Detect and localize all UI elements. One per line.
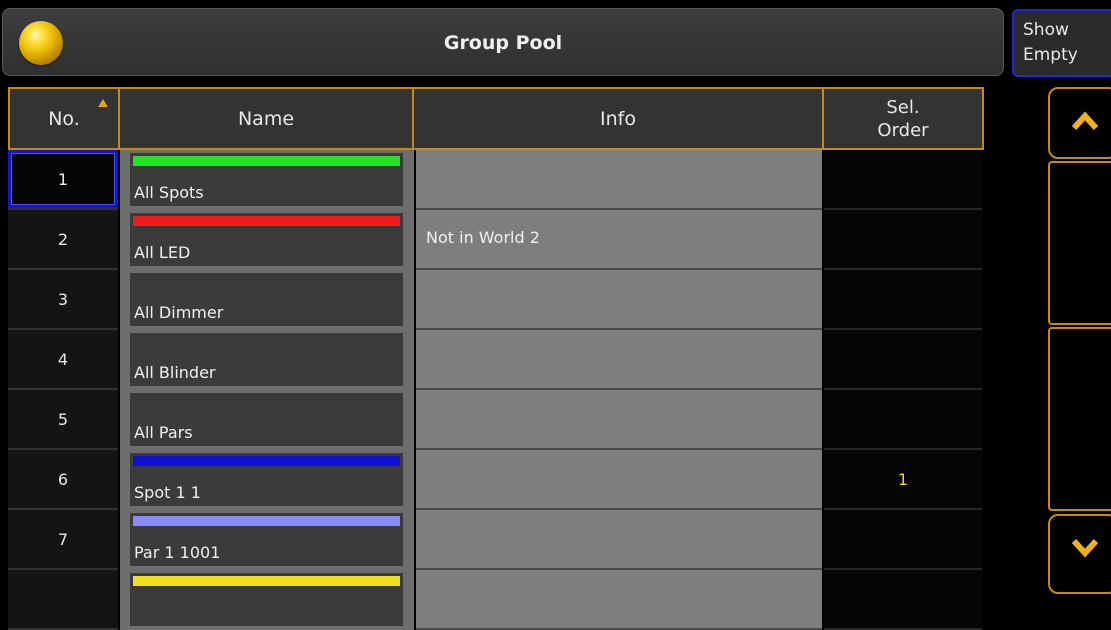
group-name-cell[interactable]: Spot 1 1	[120, 450, 414, 510]
group-name-label: All Pars	[134, 423, 193, 442]
column-header-name[interactable]: Name	[118, 87, 414, 150]
group-name-label: All LED	[134, 243, 191, 262]
table-row[interactable]: 3 All Dimmer	[8, 270, 984, 330]
group-number-cell[interactable]	[8, 570, 118, 630]
group-number-cell[interactable]: 1	[8, 150, 118, 210]
group-name-cell[interactable]: All Dimmer	[120, 270, 414, 330]
group-color-bar	[133, 216, 400, 226]
group-table: No. Name Info Sel. Order 1 All Spots 2 All …	[8, 87, 984, 630]
table-row[interactable]: 6 Spot 1 1 1	[8, 450, 984, 510]
group-sel-order-cell[interactable]	[824, 390, 982, 450]
group-info-cell[interactable]	[416, 570, 822, 630]
group-info-cell[interactable]	[416, 270, 822, 330]
window-title: Group Pool	[443, 32, 563, 54]
scroll-up-button[interactable]	[1048, 87, 1111, 159]
group-chip: All Blinder	[130, 333, 403, 386]
group-name-cell[interactable]: All LED	[120, 210, 414, 270]
column-header-info[interactable]: Info	[412, 87, 824, 150]
group-number-cell[interactable]: 2	[8, 210, 118, 270]
vertical-scrollbar[interactable]	[1048, 87, 1111, 594]
group-chip: Par 1 1001	[130, 513, 403, 566]
group-chip: All Dimmer	[130, 273, 403, 326]
group-name-cell[interactable]: Par 1 1001	[120, 510, 414, 570]
group-info-cell[interactable]: Not in World 2	[416, 210, 822, 270]
table-row[interactable]: 7 Par 1 1001	[8, 510, 984, 570]
show-empty-label-line1: Show	[1023, 20, 1069, 40]
group-info-cell[interactable]	[416, 150, 822, 210]
group-chip: All Pars	[130, 393, 403, 446]
group-name-label: Par 1 1001	[134, 543, 221, 562]
group-chip: All LED	[130, 213, 403, 266]
group-name-label: Spot 1 1	[134, 483, 201, 502]
group-info-cell[interactable]	[416, 510, 822, 570]
group-sel-order-cell[interactable]: 1	[824, 450, 982, 510]
scroll-track-upper[interactable]	[1048, 161, 1111, 325]
column-header-name-label: Name	[237, 107, 295, 130]
column-header-no[interactable]: No.	[8, 87, 120, 150]
group-number-cell[interactable]: 3	[8, 270, 118, 330]
group-chip	[130, 573, 403, 626]
group-color-bar	[133, 516, 400, 526]
group-sel-order-cell[interactable]	[824, 510, 982, 570]
table-row[interactable]: 2 All LED Not in World 2	[8, 210, 984, 270]
group-info-cell[interactable]	[416, 450, 822, 510]
column-header-no-label: No.	[48, 107, 80, 130]
table-row[interactable]: 1 All Spots	[8, 150, 984, 210]
show-empty-label-line2: Empty	[1023, 45, 1078, 65]
group-sel-order-cell[interactable]	[824, 150, 982, 210]
group-sel-order-cell[interactable]	[824, 210, 982, 270]
group-sel-order-cell[interactable]	[824, 270, 982, 330]
group-number-cell[interactable]: 6	[8, 450, 118, 510]
group-info-cell[interactable]	[416, 390, 822, 450]
column-header-sel-order[interactable]: Sel. Order	[822, 87, 984, 150]
pool-title-bar: Group Pool	[2, 8, 1004, 76]
group-chip: All Spots	[130, 153, 403, 206]
group-name-label: All Dimmer	[134, 303, 224, 322]
column-header-order-label: Order	[877, 119, 929, 141]
sort-ascending-icon	[98, 99, 108, 107]
show-empty-button[interactable]: Show Empty	[1012, 9, 1111, 77]
group-chip: Spot 1 1	[130, 453, 403, 506]
group-info-text: Not in World 2	[426, 228, 540, 247]
chevron-up-icon	[1071, 111, 1099, 131]
column-header-sel-label: Sel.	[886, 96, 920, 118]
group-name-cell[interactable]: All Pars	[120, 390, 414, 450]
chevron-down-icon	[1071, 538, 1099, 558]
group-name-cell[interactable]: All Spots	[120, 150, 414, 210]
scroll-track-lower[interactable]	[1048, 327, 1111, 511]
group-sel-order-cell[interactable]	[824, 330, 982, 390]
table-row[interactable]: 5 All Pars	[8, 390, 984, 450]
group-sel-order-cell[interactable]	[824, 570, 982, 630]
group-color-bar	[133, 156, 400, 166]
group-number-cell[interactable]: 7	[8, 510, 118, 570]
table-row[interactable]	[8, 570, 984, 630]
column-header-info-label: Info	[600, 107, 636, 130]
table-row[interactable]: 4 All Blinder	[8, 330, 984, 390]
group-name-cell[interactable]	[120, 570, 414, 630]
group-name-cell[interactable]: All Blinder	[120, 330, 414, 390]
group-info-cell[interactable]	[416, 330, 822, 390]
scroll-down-button[interactable]	[1048, 514, 1111, 594]
group-color-bar	[133, 576, 400, 586]
group-number-cell[interactable]: 4	[8, 330, 118, 390]
group-color-bar	[133, 456, 400, 466]
group-name-label: All Blinder	[134, 363, 216, 382]
group-name-label: All Spots	[134, 183, 204, 202]
group-number-cell[interactable]: 5	[8, 390, 118, 450]
